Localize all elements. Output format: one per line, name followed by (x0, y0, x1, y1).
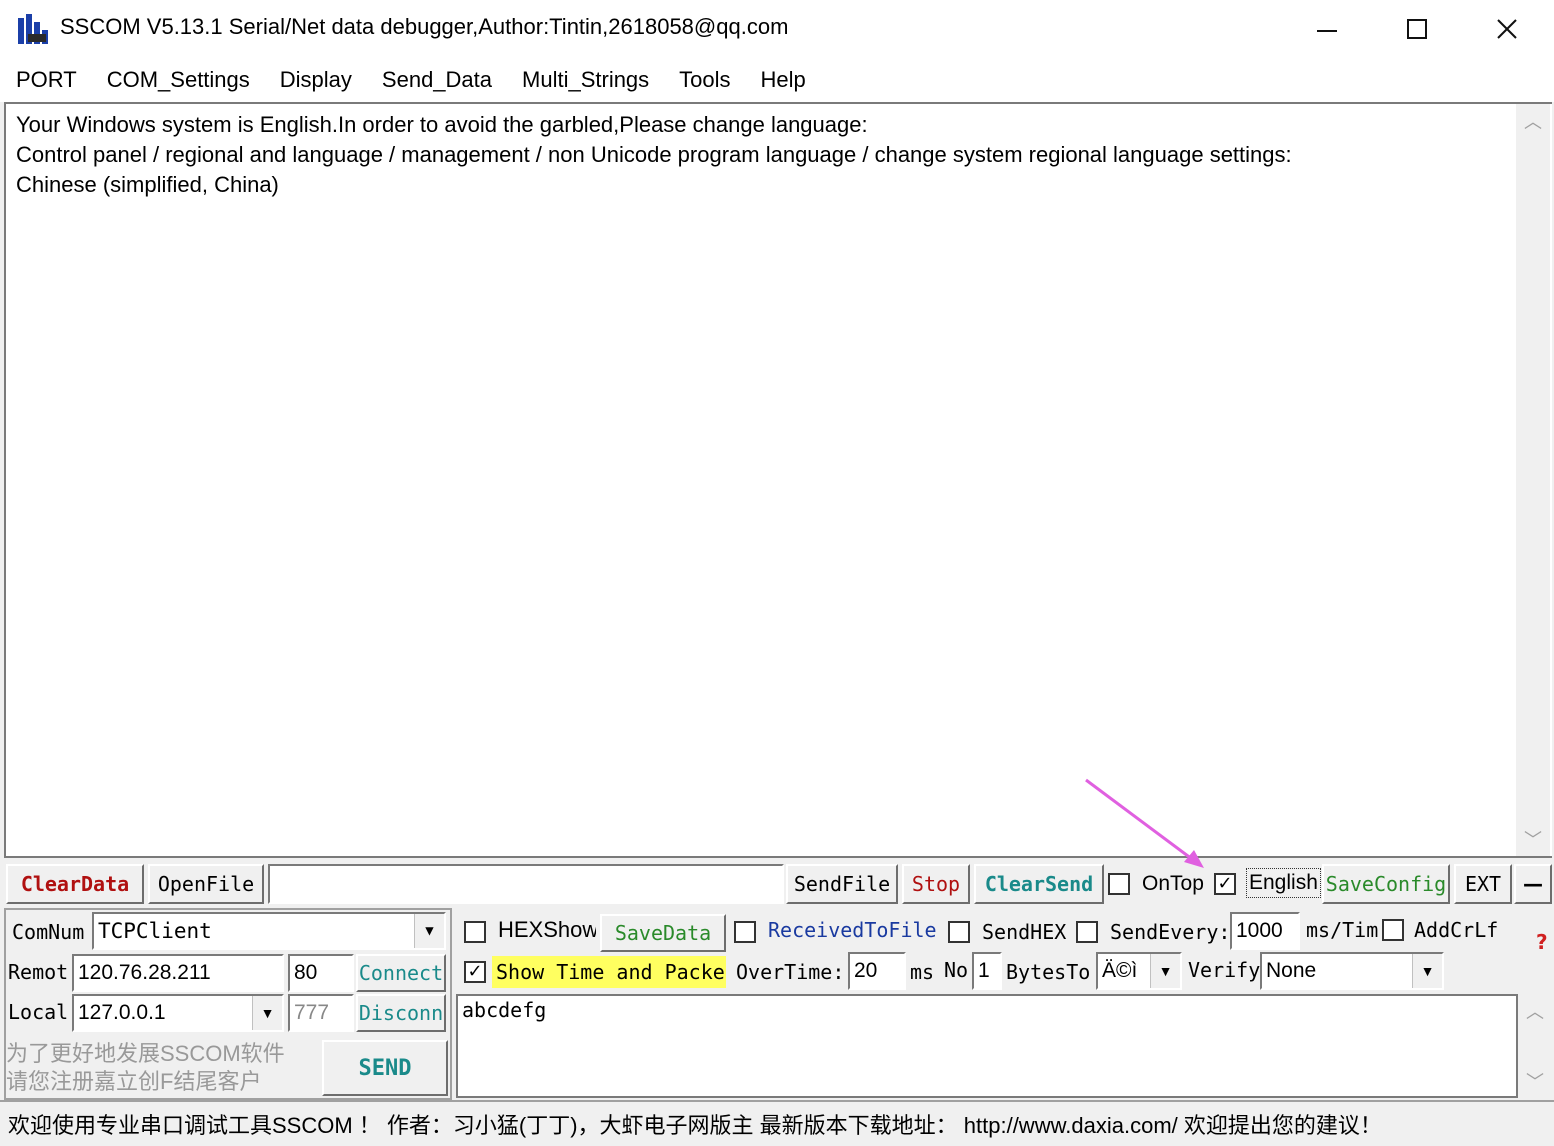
english-label[interactable]: English (1246, 868, 1321, 898)
annotation-arrow-icon (1085, 778, 1204, 868)
minimize-icon[interactable] (1282, 0, 1372, 58)
add-crlf-checkbox[interactable] (1382, 919, 1404, 941)
local-ip-value: 127.0.0.1 (78, 1001, 166, 1024)
comnum-value: TCPClient (98, 919, 212, 943)
help-icon[interactable]: ? (1536, 930, 1554, 956)
ms-label: ms (910, 960, 935, 984)
send-hex-checkbox[interactable] (948, 921, 970, 943)
bytes-to-select[interactable]: Ä©ì ▼ (1096, 952, 1182, 990)
remote-label: Remot (8, 960, 69, 984)
promo-line: 为了更好地发展SSCOM软件 (6, 1041, 285, 1066)
title-bar: SSCOM V5.13.1 Serial/Net data debugger,A… (0, 0, 1554, 58)
open-file-button[interactable]: OpenFile (148, 864, 264, 904)
chevron-down-icon[interactable]: ▼ (414, 914, 444, 948)
on-top-checkbox[interactable] (1108, 873, 1130, 895)
send-button[interactable]: SEND (322, 1040, 448, 1096)
receive-line: Your Windows system is English.In order … (16, 112, 868, 137)
send-scrollbar[interactable]: ︿ ﹀ (1518, 994, 1552, 1098)
disconnect-button[interactable]: Disconn (356, 994, 446, 1032)
received-to-file-checkbox[interactable] (734, 921, 756, 943)
chevron-down-icon[interactable]: ▼ (252, 996, 282, 1030)
menu-multi-strings[interactable]: Multi_Strings (508, 67, 663, 93)
chevron-down-icon[interactable]: ▼ (1412, 954, 1442, 988)
scroll-up-icon[interactable]: ︿ (1516, 104, 1550, 138)
send-hex-label: SendHEX (982, 920, 1067, 944)
menu-port[interactable]: PORT (2, 67, 91, 93)
scroll-up-icon[interactable]: ︿ (1518, 994, 1552, 1028)
no-label: No (944, 958, 969, 982)
local-label: Local (8, 1000, 69, 1024)
verify-select[interactable]: None ▼ (1260, 952, 1444, 990)
app-icon (16, 12, 50, 46)
local-port-input[interactable]: 777 (288, 994, 354, 1032)
promo-line: 请您注册嘉立创F结尾客户 (6, 1069, 262, 1094)
close-icon[interactable] (1462, 0, 1552, 58)
save-config-button[interactable]: SaveConfig (1322, 864, 1450, 904)
bytes-to-value: Ä©ì (1102, 959, 1138, 982)
verify-value: None (1266, 959, 1317, 982)
show-time-checkbox[interactable]: ✓ (464, 961, 486, 983)
show-time-label: Show Time and Packe (492, 956, 726, 988)
window-title: SSCOM V5.13.1 Serial/Net data debugger,A… (60, 14, 789, 39)
received-to-file-label: ReceivedToFile (768, 918, 937, 942)
ms-tim-label: ms/Tim (1306, 918, 1379, 942)
remote-port-input[interactable]: 80 (288, 954, 354, 992)
verify-label: Verify (1188, 958, 1261, 982)
send-every-label: SendEvery: (1110, 920, 1231, 944)
promo-text: 为了更好地发展SSCOM软件 请您注册嘉立创F结尾客户 (6, 1040, 285, 1096)
receive-text: Your Windows system is English.In order … (16, 110, 1292, 200)
add-crlf-label: AddCrLf (1414, 918, 1499, 942)
receive-scrollbar[interactable]: ︿ ﹀ (1516, 104, 1550, 856)
menu-tools[interactable]: Tools (665, 67, 744, 93)
bytes-to-label: BytesTo (1006, 960, 1091, 984)
overtime-input[interactable]: 20 (848, 952, 906, 990)
clear-data-button[interactable]: ClearData (6, 864, 144, 904)
menu-display[interactable]: Display (266, 67, 366, 93)
menu-send-data[interactable]: Send_Data (368, 67, 506, 93)
status-bar: 欢迎使用专业串口调试工具SSCOM ！ 作者：习小猛(丁丁)，大虾电子网版主 最… (0, 1100, 1554, 1146)
send-every-checkbox[interactable] (1076, 921, 1098, 943)
remote-ip-input[interactable]: 120.76.28.211 (72, 954, 284, 992)
menu-com-settings[interactable]: COM_Settings (93, 67, 264, 93)
scroll-down-icon[interactable]: ﹀ (1518, 1064, 1552, 1098)
status-text: 欢迎使用专业串口调试工具SSCOM ！ 作者：习小猛(丁丁)，大虾电子网版主 最… (8, 1113, 1382, 1138)
receive-area[interactable]: Your Windows system is English.In order … (4, 102, 1552, 858)
receive-line: Chinese (simplified, China) (16, 172, 279, 197)
overtime-label: OverTime: (736, 960, 845, 984)
receive-line: Control panel / regional and language / … (16, 142, 1292, 167)
file-path-input[interactable] (268, 864, 784, 904)
menu-bar: PORT COM_Settings Display Send_Data Mult… (0, 58, 1554, 102)
scroll-down-icon[interactable]: ﹀ (1516, 822, 1550, 856)
on-top-label: OnTop (1142, 872, 1204, 895)
maximize-icon[interactable] (1372, 0, 1462, 58)
english-checkbox[interactable]: ✓ (1214, 873, 1236, 895)
comnum-select[interactable]: TCPClient ▼ (92, 912, 446, 950)
connect-button[interactable]: Connect (356, 954, 446, 992)
chevron-down-icon[interactable]: ▼ (1150, 954, 1180, 988)
collapse-button[interactable]: — (1514, 864, 1552, 904)
no-input[interactable]: 1 (972, 952, 1002, 990)
local-ip-select[interactable]: 127.0.0.1 ▼ (72, 994, 284, 1032)
stop-button[interactable]: Stop (902, 864, 970, 904)
save-data-button[interactable]: SaveData (600, 914, 726, 952)
hex-show-checkbox[interactable] (464, 921, 486, 943)
send-text-area[interactable]: abcdefg (456, 994, 1518, 1098)
send-text: abcdefg (462, 998, 547, 1022)
ext-button[interactable]: EXT (1454, 864, 1512, 904)
comnum-label: ComNum (12, 920, 85, 944)
hex-show-label: HEXShow (498, 917, 596, 942)
menu-help[interactable]: Help (747, 67, 820, 93)
send-file-button[interactable]: SendFile (786, 864, 898, 904)
interval-input[interactable]: 1000 (1230, 912, 1300, 950)
